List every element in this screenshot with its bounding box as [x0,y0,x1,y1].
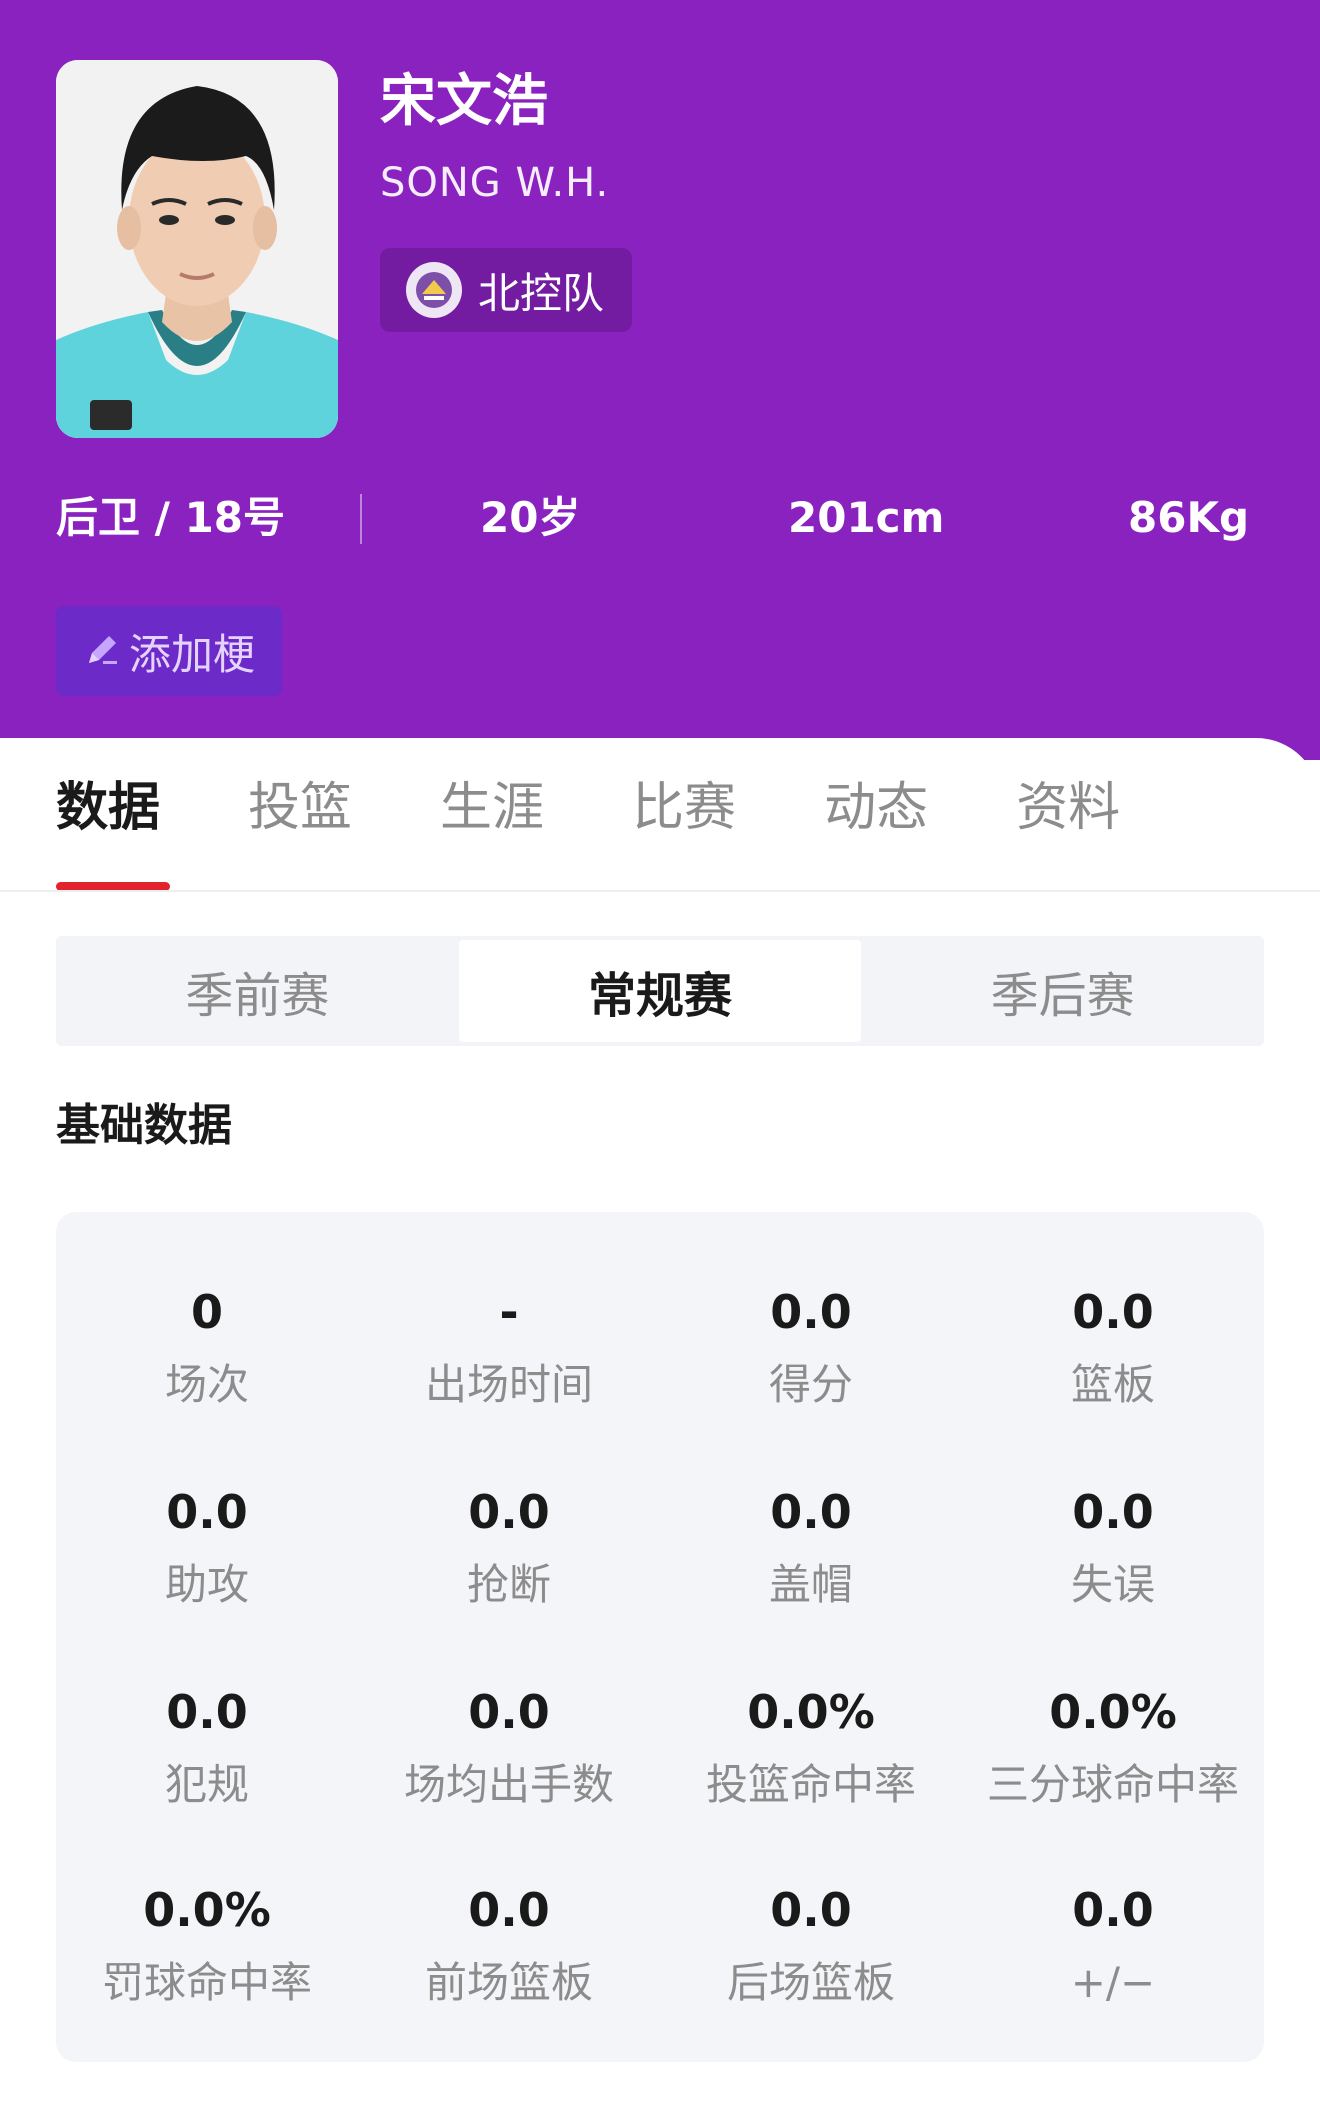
player-height: 201cm [788,493,945,542]
tab-profile[interactable]: 资料 [1016,768,1120,888]
stat-label: 三分球命中率 [986,1760,1239,1809]
team-name: 北控队 [478,268,605,318]
tab-shooting[interactable]: 投篮 [248,768,352,888]
stat-label: 罚球命中率 [101,1958,312,2007]
stat-label: 后场篮板 [726,1958,895,2007]
player-age: 20岁 [480,493,581,542]
stat-value: 0.0% [143,1883,271,1937]
stat-value: 0.0% [747,1685,875,1739]
season-playoffs[interactable]: 季后赛 [861,936,1264,1046]
stat-item: 0 场次 [56,1282,358,1414]
stat-item: 0.0 场均出手数 [358,1682,660,1814]
stat-label: +/− [1070,1958,1156,2007]
stat-item: 0.0 助攻 [56,1482,358,1614]
stats-grid: 0 场次 - 出场时间 0.0 得分 0.0 篮板 0.0 助攻 0.0 抢断 0.0 盖帽 0.0 失误 0.… [56,1212,1264,2062]
stat-label: 失误 [1070,1560,1155,1609]
stat-item: 0.0 篮板 [962,1282,1264,1414]
team-chip[interactable]: 北控队 [380,248,633,332]
stat-value: 0.0% [1049,1685,1177,1739]
stat-item: 0.0 失误 [962,1482,1264,1614]
stat-label: 得分 [768,1360,853,1409]
position-number: 后卫 / 18号 [56,493,286,542]
season-type-switch: 季前赛 常规赛 季后赛 [56,936,1264,1046]
stat-value: 0.0 [770,1883,852,1937]
player-photo [56,60,338,438]
player-header: 宋文浩 SONG W.H. 北控队 后卫 / 18号 20岁 201cm 86K… [0,0,1320,760]
player-name-cn: 宋文浩 [380,69,548,134]
stat-item: - 出场时间 [358,1282,660,1414]
add-meme-button[interactable]: 添加梗 [56,606,282,696]
stat-value: 0.0 [166,1685,248,1739]
stat-item: 0.0 抢断 [358,1482,660,1614]
stat-item: 0.0 +/− [962,1880,1264,2012]
stat-item: 0.0 后场篮板 [660,1880,962,2012]
stat-item: 0.0 盖帽 [660,1482,962,1614]
stat-value: 0.0 [468,1883,550,1937]
season-preseason[interactable]: 季前赛 [56,936,459,1046]
tab-data[interactable]: 数据 [56,768,160,888]
pencil-icon [83,629,123,673]
stat-value: 0.0 [1072,1485,1154,1539]
stat-value: 0 [190,1285,223,1339]
stat-item: 0.0 前场篮板 [358,1880,660,2012]
stat-label: 助攻 [164,1560,249,1609]
stat-label: 场次 [164,1360,249,1409]
stat-value: 0.0 [770,1285,852,1339]
stat-item: 0.0% 罚球命中率 [56,1880,358,2012]
stat-label: 场均出手数 [403,1760,614,1809]
tab-news[interactable]: 动态 [824,768,928,888]
team-logo-icon [406,262,462,318]
stat-item: 0.0% 投篮命中率 [660,1682,962,1814]
stat-label: 篮板 [1070,1360,1155,1409]
main-tabs: 数据 投篮 生涯 比赛 动态 资料 [56,768,1208,888]
stat-label: 投篮命中率 [705,1760,916,1809]
player-weight: 86Kg [1128,493,1250,542]
stat-value: 0.0 [770,1485,852,1539]
stat-label: 出场时间 [424,1360,593,1409]
stat-value: 0.0 [166,1485,248,1539]
stat-label: 抢断 [466,1560,551,1609]
stat-item: 0.0% 三分球命中率 [962,1682,1264,1814]
tabs-divider [0,890,1320,892]
stat-value: 0.0 [1072,1285,1154,1339]
stat-label: 前场篮板 [424,1958,593,2007]
stat-value: - [499,1285,519,1339]
stat-item: 0.0 犯规 [56,1682,358,1814]
add-meme-label: 添加梗 [128,629,255,679]
stat-label: 盖帽 [768,1560,853,1609]
content-panel: 数据 投篮 生涯 比赛 动态 资料 季前赛 常规赛 季后赛 基础数据 0 场次 - 出… [0,738,1320,2107]
player-name-en: SONG W.H. [380,160,610,206]
stat-item: 0.0 得分 [660,1282,962,1414]
season-regular[interactable]: 常规赛 [458,940,862,1042]
stat-label: 犯规 [164,1760,249,1809]
stat-value: 0.0 [468,1485,550,1539]
tab-games[interactable]: 比赛 [632,768,736,888]
section-title: 基础数据 [56,1100,232,1151]
tab-career[interactable]: 生涯 [440,768,544,888]
stat-value: 0.0 [1072,1883,1154,1937]
meta-divider [360,494,362,544]
stat-value: 0.0 [468,1685,550,1739]
